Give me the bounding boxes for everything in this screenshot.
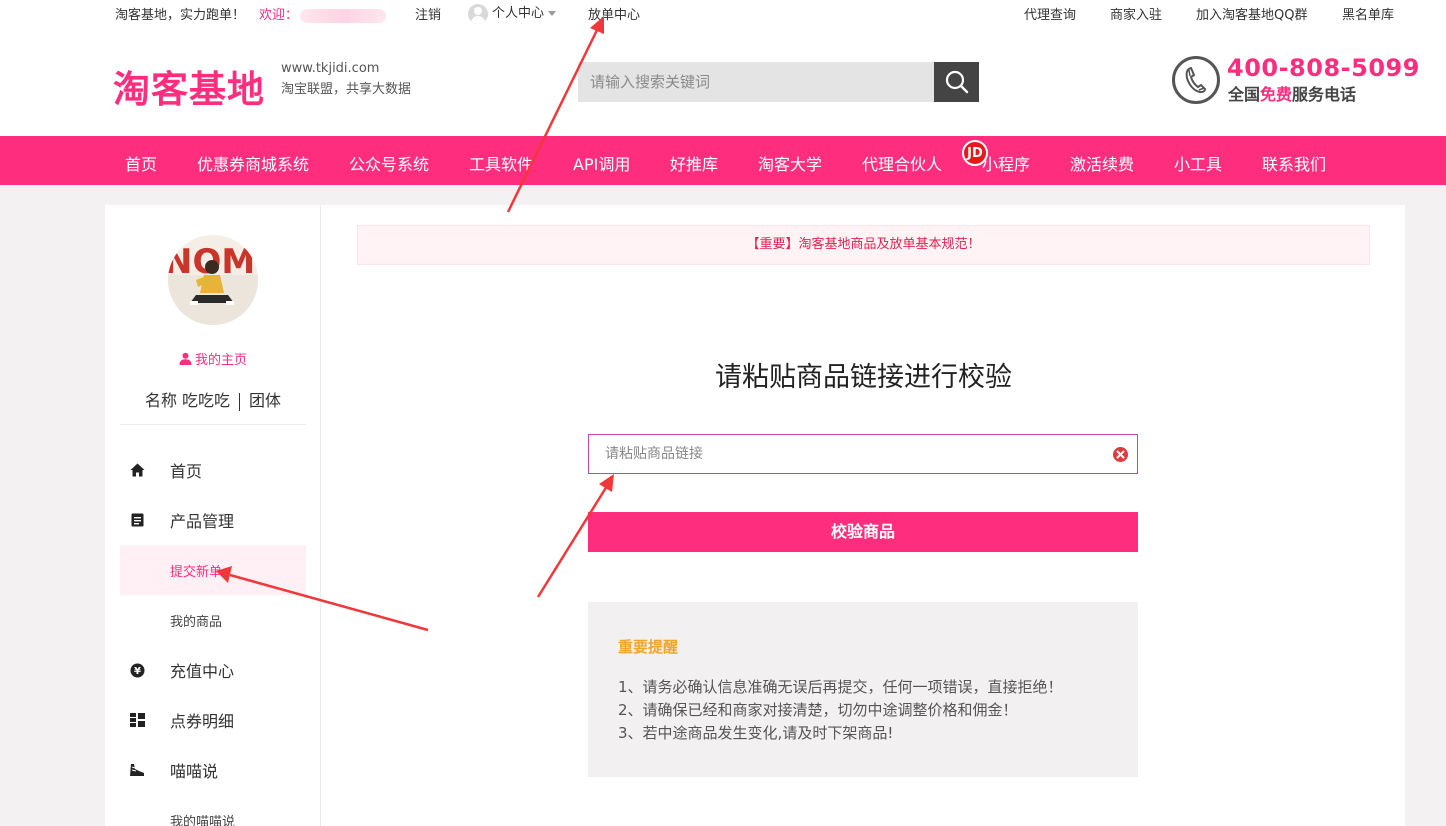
- user-avatar-icon: [468, 3, 488, 24]
- nav-item-mini-program[interactable]: 小程序: [982, 151, 1030, 175]
- reminder-line: 3、若中途商品发生变化,请及时下架商品!: [618, 724, 894, 742]
- search-input[interactable]: [578, 62, 934, 102]
- clear-icon[interactable]: [1113, 447, 1128, 462]
- reminder-title: 重要提醒: [618, 638, 679, 656]
- main-nav: 首页 优惠券商城系统 公众号系统 工具软件 API调用 好推库 淘客大学 代理合…: [0, 136, 1446, 185]
- nav-item-contact[interactable]: 联系我们: [1262, 151, 1326, 175]
- page-title: 请粘贴商品链接进行校验: [715, 362, 1012, 393]
- order-center-link[interactable]: 放单中心: [588, 4, 640, 23]
- nav-item-api[interactable]: API调用: [573, 151, 630, 175]
- sidebar-subitem-my-miaomiao[interactable]: 我的喵喵说: [120, 795, 306, 826]
- welcome-area: 欢迎：: [259, 4, 387, 23]
- document-icon: [129, 512, 145, 528]
- sidebar-divider: [120, 424, 306, 425]
- jd-badge: JD: [962, 140, 988, 166]
- product-link-field: [588, 434, 1138, 474]
- phone-sub-prefix: 全国: [1228, 85, 1261, 104]
- site-logo[interactable]: 淘客基地: [113, 59, 265, 113]
- sidebar-item-miaomiao[interactable]: 喵喵说: [120, 745, 306, 795]
- divider: [239, 392, 241, 411]
- yuan-coin-icon: ¥: [129, 662, 145, 678]
- shoe-icon: [129, 762, 145, 778]
- slogan: 淘客基地，实力跑单！: [115, 8, 246, 23]
- sidebar: NOME 我的主页 名称 吃吃吃团体 首页: [105, 205, 321, 826]
- sidebar-item-label: 点券明细: [170, 712, 235, 731]
- sidebar-item-product-mgmt[interactable]: 产品管理: [120, 495, 306, 545]
- chevron-down-icon: [548, 11, 557, 16]
- logout-link[interactable]: 注销: [415, 4, 441, 23]
- site-header: 淘客基地 www.tkjidi.com 淘宝联盟，共享大数据 400-808-5…: [0, 26, 1446, 136]
- profile-avatar[interactable]: NOME: [168, 235, 258, 325]
- dashboard-icon: [129, 712, 145, 728]
- nav-item-small-tools[interactable]: 小工具: [1174, 151, 1222, 175]
- nav-item-wechat-system[interactable]: 公众号系统: [349, 151, 429, 175]
- blacklist-link[interactable]: 黑名单库: [1342, 4, 1394, 23]
- my-home-label: 我的主页: [194, 353, 247, 368]
- search-button[interactable]: [934, 62, 979, 102]
- nav-item-agent-partner[interactable]: 代理合伙人: [862, 151, 942, 175]
- reminder-line: 2、请确保已经和商家对接清楚，切勿中途调整价格和佣金！: [618, 701, 1018, 719]
- search-bar: [578, 62, 979, 102]
- user-info-line: 名称 吃吃吃 团体: [105, 387, 321, 411]
- reminder-line: 1、请务必确认信息准确无误后再提交，任何一项错误，直接拒绝！: [618, 678, 1063, 696]
- nav-item-coupon-mall[interactable]: 优惠券商城系统: [197, 151, 309, 175]
- sidebar-item-label: 首页: [170, 462, 203, 481]
- merchant-join-link[interactable]: 商家入驻: [1110, 4, 1162, 23]
- product-link-input[interactable]: [589, 435, 1089, 473]
- phone-number: 400-808-5099: [1227, 54, 1420, 82]
- sidebar-item-label: 充值中心: [170, 662, 235, 681]
- sidebar-subitem-submit-new[interactable]: 提交新单: [120, 545, 306, 595]
- sidebar-item-recharge[interactable]: ¥ 充值中心: [120, 645, 306, 695]
- join-qq-link[interactable]: 加入淘客基地QQ群: [1196, 4, 1307, 23]
- important-reminder-box: 重要提醒 1、请务必确认信息准确无误后再提交，任何一项错误，直接拒绝！ 2、请确…: [588, 602, 1138, 777]
- search-icon: [945, 70, 968, 94]
- phone-sub-suffix: 服务电话: [1292, 85, 1357, 104]
- user-icon: [179, 352, 192, 365]
- phone-icon: [1172, 56, 1220, 104]
- username-blurred: [300, 8, 387, 23]
- sidebar-item-home[interactable]: 首页: [120, 445, 306, 495]
- site-url: www.tkjidi.com: [281, 61, 380, 76]
- user-group: 团体: [249, 391, 282, 410]
- nav-item-haotuiku[interactable]: 好推库: [670, 151, 718, 175]
- phone-subtitle: 全国免费服务电话: [1228, 81, 1356, 105]
- nav-item-home[interactable]: 首页: [125, 151, 157, 175]
- my-home-link[interactable]: 我的主页: [105, 349, 321, 368]
- sidebar-item-label: 产品管理: [170, 512, 235, 531]
- sidebar-subitem-my-products[interactable]: 我的商品: [120, 595, 306, 645]
- nav-item-university[interactable]: 淘客大学: [758, 151, 822, 175]
- phone-sub-free: 免费: [1260, 85, 1293, 104]
- agent-query-link[interactable]: 代理查询: [1024, 4, 1076, 23]
- important-notice-link[interactable]: 【重要】淘客基地商品及放单基本规范！: [357, 225, 1370, 265]
- sidebar-item-label: 喵喵说: [170, 762, 219, 781]
- top-bar: 淘客基地，实力跑单！ 欢迎： 注销 个人中心 放单中心 代理查询 商家入驻 加入…: [0, 0, 1446, 26]
- welcome-label: 欢迎：: [259, 8, 299, 23]
- sidebar-item-coupon-detail[interactable]: 点券明细: [120, 695, 306, 745]
- personal-center-label: 个人中心: [492, 6, 545, 21]
- user-name: 名称 吃吃吃: [144, 391, 231, 410]
- personal-center-dropdown[interactable]: 个人中心: [468, 2, 557, 24]
- home-icon: [129, 462, 145, 478]
- verify-product-button[interactable]: 校验商品: [588, 512, 1138, 552]
- site-tagline: 淘宝联盟，共享大数据: [281, 82, 412, 97]
- svg-text:¥: ¥: [134, 666, 141, 677]
- main-container: NOME 我的主页 名称 吃吃吃团体 首页: [105, 205, 1405, 826]
- nav-item-activate-renew[interactable]: 激活续费: [1070, 151, 1134, 175]
- nav-item-tools-software[interactable]: 工具软件: [469, 151, 533, 175]
